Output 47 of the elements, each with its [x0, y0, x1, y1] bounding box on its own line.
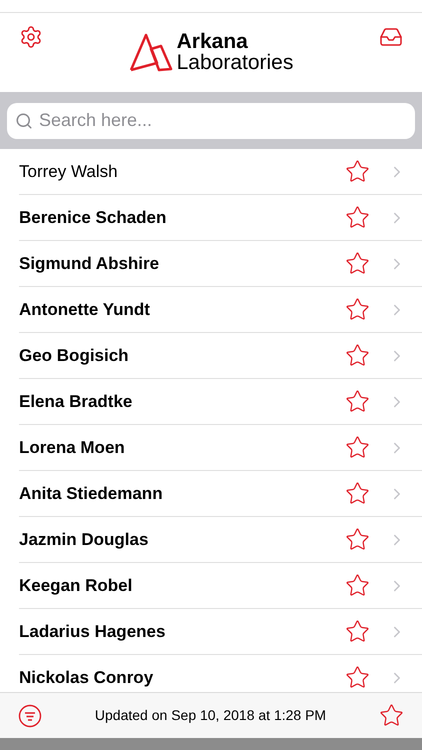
contact-row[interactable]: Lorena Moen [19, 425, 422, 471]
search-icon [15, 112, 33, 130]
contact-name: Keegan Robel [19, 574, 134, 597]
search-field[interactable]: Search here... [7, 102, 415, 138]
contact-name: Nickolas Conroy [19, 666, 154, 689]
favorite-icon[interactable] [345, 389, 370, 414]
contact-name: Anita Stiedemann [19, 482, 164, 505]
settings-button[interactable] [19, 25, 43, 49]
contact-row[interactable]: Antonette Yundt [19, 287, 422, 333]
brand-name: Arkana [176, 31, 249, 52]
contact-row[interactable]: Elena Bradtke [19, 379, 422, 425]
favorites-button[interactable] [378, 703, 404, 728]
contact-row[interactable]: Berenice Schaden [19, 195, 422, 241]
favorite-icon[interactable] [345, 481, 370, 506]
favorite-icon[interactable] [345, 527, 370, 552]
contact-name: Lorena Moen [19, 436, 126, 459]
contact-row[interactable]: Ladarius Hagenes [19, 609, 422, 655]
favorite-icon[interactable] [345, 159, 370, 184]
brand-subtitle: Laboratories [176, 52, 294, 73]
favorite-icon[interactable] [345, 343, 370, 368]
contact-row[interactable]: Keegan Robel [19, 563, 422, 609]
filter-button[interactable] [18, 704, 42, 728]
settings-icon [19, 25, 43, 49]
contact-row[interactable]: Sigmund Abshire [19, 241, 422, 287]
favorite-icon[interactable] [345, 205, 370, 230]
update-status: Updated on Sep 10, 2018 at 1:28 PM [94, 706, 326, 725]
contact-name: Antonette Yundt [19, 298, 151, 321]
contact-row[interactable]: Torrey Walsh [19, 149, 422, 195]
contact-name: Ladarius Hagenes [19, 620, 166, 643]
favorite-icon[interactable] [345, 619, 370, 644]
favorite-icon[interactable] [345, 665, 370, 690]
filter-icon [18, 704, 42, 728]
favorite-icon[interactable] [345, 573, 370, 598]
contact-row[interactable]: Anita Stiedemann [19, 471, 422, 517]
contact-name: Sigmund Abshire [19, 252, 160, 275]
favorite-icon[interactable] [345, 251, 370, 276]
contact-name: Jazmin Douglas [19, 528, 150, 551]
favorite-icon[interactable] [345, 297, 370, 322]
contact-name: Geo Bogisich [19, 344, 130, 367]
favorite-icon[interactable] [345, 435, 370, 460]
contact-name: Elena Bradtke [19, 390, 134, 413]
contact-name: Berenice Schaden [19, 206, 168, 229]
logo-icon [128, 32, 173, 72]
contact-row[interactable]: Geo Bogisich [19, 333, 422, 379]
contact-name: Torrey Walsh [19, 160, 119, 183]
star-icon [378, 703, 404, 728]
contact-row[interactable]: Jazmin Douglas [19, 517, 422, 563]
